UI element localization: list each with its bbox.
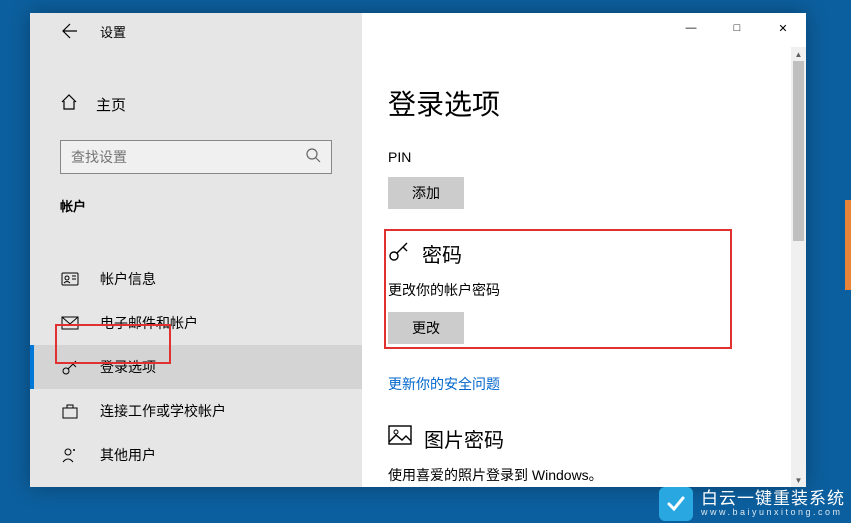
home-icon xyxy=(60,93,78,116)
picture-password-section: 图片密码 使用喜爱的照片登录到 Windows。 xyxy=(388,424,806,485)
sidebar-item-label: 帐户信息 xyxy=(100,269,156,289)
picture-icon xyxy=(388,425,412,453)
scroll-thumb[interactable] xyxy=(793,61,804,241)
picture-password-desc: 使用喜爱的照片登录到 Windows。 xyxy=(388,465,806,485)
category-label: 帐户 xyxy=(60,196,332,215)
search-icon xyxy=(305,147,321,168)
sidebar-item-other-users[interactable]: 其他用户 xyxy=(30,433,362,477)
key-icon xyxy=(60,358,80,376)
watermark: 白云一键重装系统 www.baiyunxitong.com xyxy=(659,487,845,521)
sidebar-item-label: 连接工作或学校帐户 xyxy=(100,401,226,421)
password-change-button[interactable]: 更改 xyxy=(388,312,464,344)
people-icon xyxy=(60,446,80,464)
pin-add-button[interactable]: 添加 xyxy=(388,177,464,209)
briefcase-icon xyxy=(60,402,80,420)
home-label: 主页 xyxy=(96,94,126,115)
password-desc: 更改你的帐户密码 xyxy=(388,280,806,300)
sidebar-item-signin-options[interactable]: 登录选项 xyxy=(30,345,362,389)
password-header: 密码 xyxy=(388,239,806,268)
sidebar-item-label: 登录选项 xyxy=(100,357,156,377)
maximize-button[interactable]: □ xyxy=(714,13,760,43)
close-button[interactable]: ✕ xyxy=(760,13,806,43)
minimize-button[interactable]: — xyxy=(668,13,714,43)
picture-password-header: 图片密码 xyxy=(388,424,806,453)
sidebar: 设置 主页 帐户 帐户信息 电子邮件和帐户 xyxy=(30,13,362,487)
titlebar: 设置 xyxy=(30,13,362,49)
vertical-scrollbar[interactable]: ▲ ▼ xyxy=(791,47,806,487)
search-box[interactable] xyxy=(60,140,332,174)
sidebar-item-work-school[interactable]: 连接工作或学校帐户 xyxy=(30,389,362,433)
sidebar-item-account-info[interactable]: 帐户信息 xyxy=(30,257,362,301)
back-arrow-icon xyxy=(62,23,78,39)
desktop-edge-accent xyxy=(845,200,851,290)
password-section: 密码 更改你的帐户密码 更改 xyxy=(388,239,806,344)
scroll-down-icon[interactable]: ▼ xyxy=(791,473,806,487)
nav-list: 帐户信息 电子邮件和帐户 登录选项 连接工作或学校帐户 其他用户 xyxy=(30,257,362,477)
watermark-main: 白云一键重装系统 xyxy=(701,490,845,509)
home-nav[interactable]: 主页 xyxy=(30,83,362,126)
watermark-text: 白云一键重装系统 www.baiyunxitong.com xyxy=(701,490,845,519)
watermark-sub: www.baiyunxitong.com xyxy=(701,508,845,518)
sidebar-item-label: 电子邮件和帐户 xyxy=(100,313,198,333)
person-card-icon xyxy=(60,270,80,288)
key-icon xyxy=(388,240,410,268)
sidebar-item-label: 其他用户 xyxy=(100,445,156,465)
pin-label: PIN xyxy=(388,149,806,165)
search-input[interactable] xyxy=(71,149,305,165)
content-panel: — □ ✕ 登录选项 PIN 添加 密码 更改你的帐户密码 更改 更新你的安全问… xyxy=(362,13,806,487)
security-questions-link[interactable]: 更新你的安全问题 xyxy=(388,374,806,394)
scroll-up-icon[interactable]: ▲ xyxy=(791,47,806,61)
sidebar-item-email[interactable]: 电子邮件和帐户 xyxy=(30,301,362,345)
picture-password-title: 图片密码 xyxy=(424,424,504,453)
page-title: 登录选项 xyxy=(388,83,806,123)
back-button[interactable] xyxy=(60,21,80,41)
settings-window: 设置 主页 帐户 帐户信息 电子邮件和帐户 xyxy=(30,13,806,487)
window-title: 设置 xyxy=(100,22,126,41)
password-title: 密码 xyxy=(422,239,462,268)
watermark-logo-icon xyxy=(659,487,693,521)
mail-icon xyxy=(60,314,80,332)
window-controls: — □ ✕ xyxy=(668,13,806,43)
